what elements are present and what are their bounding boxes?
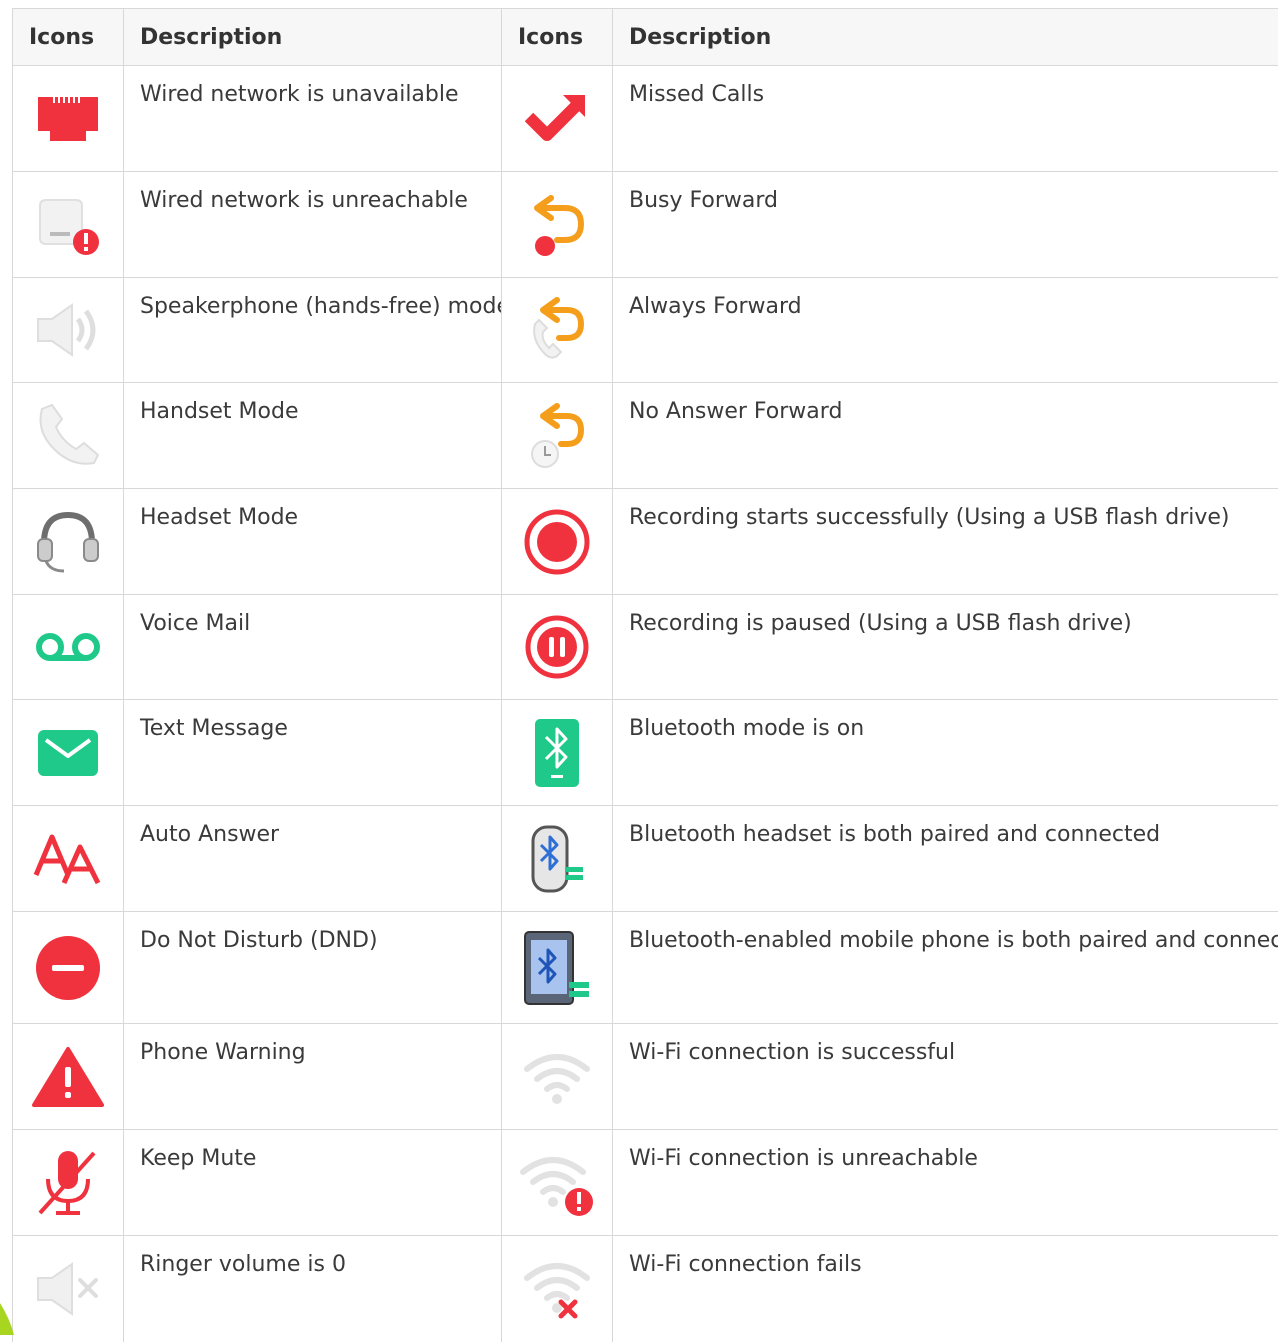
- no-answer-forward-icon: [521, 400, 593, 472]
- description-cell: Wired network is unreachable: [124, 172, 502, 278]
- auto-answer-icon: [32, 831, 104, 887]
- description-cell: Missed Calls: [613, 66, 1278, 172]
- text-message-icon: [36, 728, 100, 778]
- table-row: Text Message Bluetooth mode is on: [13, 700, 1278, 806]
- wifi-success-icon: [521, 1047, 593, 1107]
- table-row: Handset Mode No Answer Forward: [13, 383, 1278, 489]
- header-icons-right: Icons: [502, 9, 613, 66]
- description-cell: Headset Mode: [124, 489, 502, 595]
- description-cell: Ringer volume is 0: [124, 1236, 502, 1342]
- description-cell: Wi-Fi connection fails: [613, 1236, 1278, 1342]
- description-cell: No Answer Forward: [613, 383, 1278, 489]
- busy-forward-icon: [521, 192, 593, 258]
- description-cell: Wi-Fi connection is successful: [613, 1024, 1278, 1130]
- header-icons-left: Icons: [13, 9, 124, 66]
- description-cell: Recording starts successfully (Using a U…: [613, 489, 1278, 595]
- table-row: Ringer volume is 0 Wi-Fi connection fail…: [13, 1236, 1278, 1342]
- wifi-unreachable-icon: [517, 1148, 597, 1218]
- icons-table: Icons Description Icons Description Wire…: [12, 8, 1278, 1342]
- description-cell: Wi-Fi connection is unreachable: [613, 1130, 1278, 1236]
- dnd-icon: [32, 932, 104, 1004]
- wifi-fails-icon: [521, 1256, 593, 1322]
- phone-warning-icon: [32, 1045, 104, 1109]
- description-cell: Always Forward: [613, 278, 1278, 383]
- description-cell: Handset Mode: [124, 383, 502, 489]
- handset-icon: [32, 401, 104, 471]
- description-cell: Bluetooth headset is both paired and con…: [613, 806, 1278, 912]
- wired-network-unavailable-icon: [36, 91, 100, 147]
- description-cell: Phone Warning: [124, 1024, 502, 1130]
- description-cell: Auto Answer: [124, 806, 502, 912]
- voicemail-icon: [32, 627, 104, 667]
- bluetooth-headset-icon: [521, 823, 593, 895]
- description-cell: Do Not Disturb (DND): [124, 912, 502, 1024]
- description-cell: Recording is paused (Using a USB flash d…: [613, 595, 1278, 700]
- description-cell: Busy Forward: [613, 172, 1278, 278]
- table-row: Headset Mode Recording starts successful…: [13, 489, 1278, 595]
- recording-start-icon: [521, 506, 593, 578]
- table-row: Keep Mute Wi-Fi connection is unreachabl…: [13, 1130, 1278, 1236]
- description-cell: Bluetooth-enabled mobile phone is both p…: [613, 912, 1278, 1024]
- headset-icon: [32, 507, 104, 577]
- speakerphone-icon: [32, 299, 104, 361]
- header-description-right: Description: [613, 9, 1278, 66]
- table-row: Auto Answer Bluetooth headset is both pa…: [13, 806, 1278, 912]
- table-row: Wired network is unavailable Missed Call…: [13, 66, 1278, 172]
- header-row: Icons Description Icons Description: [13, 9, 1278, 66]
- always-forward-icon: [521, 294, 593, 366]
- table-row: Voice Mail Recording is paused (Using a …: [13, 595, 1278, 700]
- description-cell: Wired network is unavailable: [124, 66, 502, 172]
- table-row: Do Not Disturb (DND) Bluetooth-enabled m…: [13, 912, 1278, 1024]
- table-row: Wired network is unreachable Busy Forwar…: [13, 172, 1278, 278]
- ringer-volume-zero-icon: [32, 1258, 104, 1320]
- description-cell: Text Message: [124, 700, 502, 806]
- bluetooth-on-icon: [532, 717, 582, 789]
- header-description-left: Description: [124, 9, 502, 66]
- bluetooth-mobile-icon: [519, 928, 595, 1008]
- description-cell: Speakerphone (hands-free) mode: [124, 278, 502, 383]
- recording-paused-icon: [521, 611, 593, 683]
- wired-network-unreachable-icon: [32, 192, 104, 258]
- corner-decoration: [0, 1303, 14, 1335]
- description-cell: Voice Mail: [124, 595, 502, 700]
- table-row: Phone Warning Wi-Fi connection is succes…: [13, 1024, 1278, 1130]
- table-row: Speakerphone (hands-free) mode Always Fo…: [13, 278, 1278, 383]
- keep-mute-icon: [32, 1147, 104, 1219]
- missed-calls-icon: [525, 91, 589, 147]
- description-cell: Keep Mute: [124, 1130, 502, 1236]
- description-cell: Bluetooth mode is on: [613, 700, 1278, 806]
